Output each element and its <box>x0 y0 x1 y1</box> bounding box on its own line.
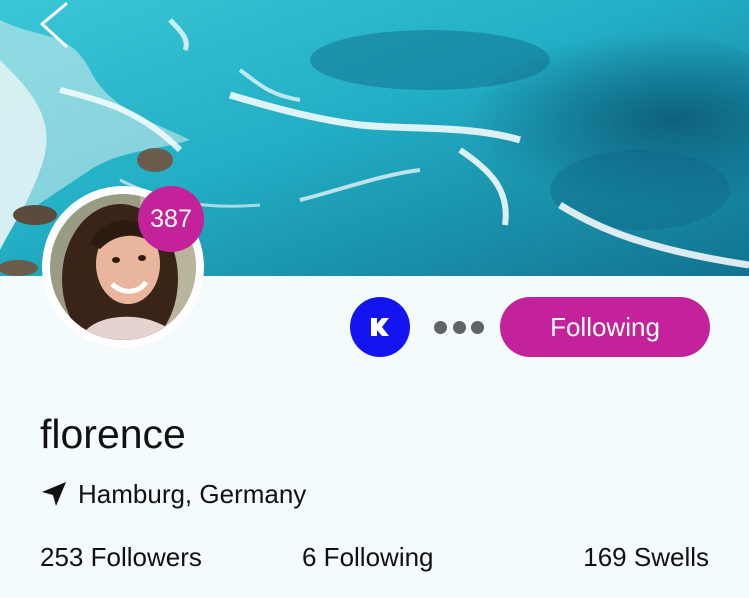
more-dots-icon <box>471 320 484 334</box>
app-profile-button[interactable] <box>350 297 410 357</box>
k-logo-icon <box>371 318 389 336</box>
more-dots-icon <box>434 320 447 334</box>
profile-location: Hamburg, Germany <box>40 476 306 512</box>
following-button[interactable]: Following <box>500 297 710 357</box>
followers-count[interactable]: 253 Followers <box>40 540 202 574</box>
location-arrow-icon <box>42 482 66 506</box>
more-dots-icon <box>452 320 466 334</box>
score-badge[interactable]: 387 <box>138 186 204 252</box>
badge-count: 387 <box>150 204 192 233</box>
chevron-left-icon <box>40 2 68 48</box>
location-text: Hamburg, Germany <box>78 478 307 509</box>
following-count[interactable]: 6 Following <box>302 540 434 574</box>
more-options-button[interactable] <box>434 314 484 340</box>
swells-count[interactable]: 169 Swells <box>583 540 709 574</box>
back-button[interactable] <box>26 0 76 50</box>
profile-name: florence <box>40 411 186 457</box>
